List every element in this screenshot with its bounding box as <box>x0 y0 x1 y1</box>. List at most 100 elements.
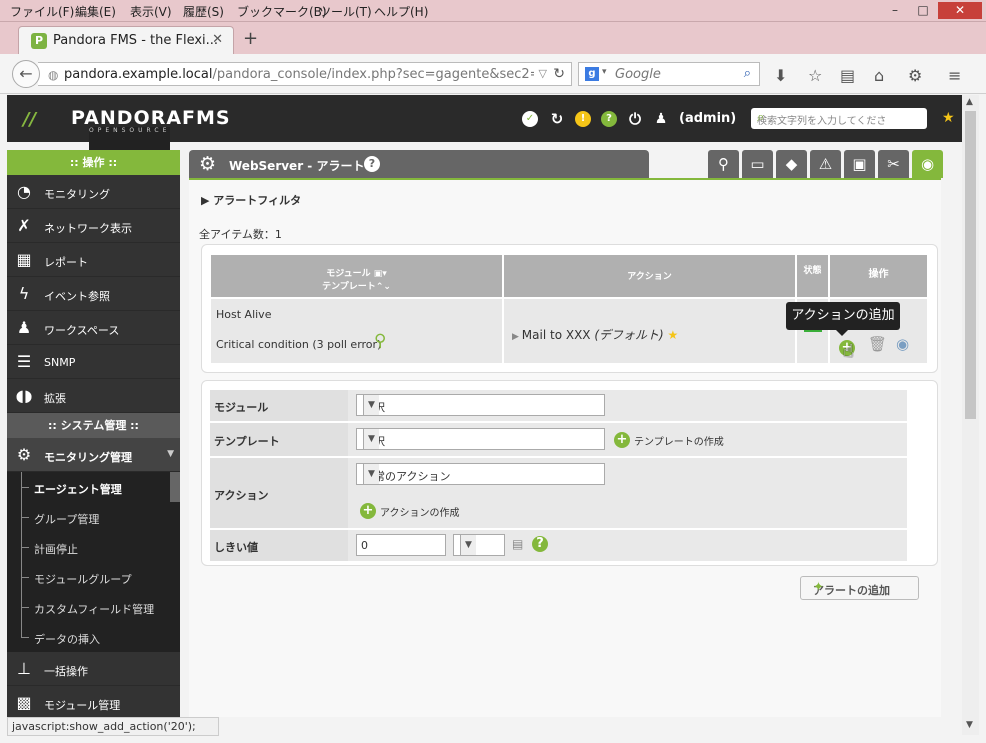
status-url: javascript:show_add_action('20'); <box>12 720 196 733</box>
alert-icon[interactable]: ! <box>575 111 591 127</box>
snmp-icon: ☰ <box>16 352 32 371</box>
main-setup-icon[interactable]: ▭ <box>742 150 773 178</box>
menu-bookmarks[interactable]: ブックマーク(B) <box>237 3 327 20</box>
favorite-star-icon[interactable]: ★ <box>942 110 955 126</box>
create-template-plus-icon[interactable]: + <box>614 432 630 448</box>
sidebar-item-network[interactable]: ✗ ネットワーク表示 <box>7 209 180 243</box>
module-select[interactable]: 選択▼ <box>356 394 605 416</box>
back-button[interactable]: ← <box>12 60 40 88</box>
create-template-link[interactable]: テンプレートの作成 <box>634 433 724 448</box>
graphs-icon[interactable]: ▣ <box>844 150 875 178</box>
template-details-magnifier-icon[interactable]: ⚲ <box>374 331 386 351</box>
help-icon[interactable]: ? <box>601 111 617 127</box>
tools-icon[interactable]: ✂ <box>878 150 909 178</box>
reading-list-icon[interactable]: ▤ <box>840 66 855 85</box>
sidebar-subitem-planned-downtime[interactable]: 計画停止 <box>7 532 180 562</box>
sort-both-icon[interactable]: ⌃⌄ <box>376 282 391 292</box>
sidebar-item-bulk-operations[interactable]: ⊥ 一括操作 <box>7 652 180 686</box>
sidebar-subitem-insert-data[interactable]: データの挿入 <box>7 622 180 652</box>
header-search-input[interactable]: 検索文字列を入力してくださ ⌕ <box>751 108 927 129</box>
logo-mark-icon: // <box>23 109 37 130</box>
action-expand-icon[interactable]: ▶ <box>512 332 522 342</box>
header-search-icon[interactable]: ⌕ <box>757 110 923 125</box>
monitoring-admin-icon: ⚙ <box>16 445 32 464</box>
threshold-unit-select[interactable]: 年▼ <box>453 534 505 556</box>
search-engine-dropdown-icon[interactable]: ▾ <box>602 67 607 77</box>
sidebar-item-extensions[interactable]: ◖◗ 拡張 <box>7 379 180 413</box>
sidebar-item-snmp[interactable]: ☰ SNMP <box>7 345 180 379</box>
template-label: テンプレート <box>214 435 280 448</box>
tab-close-icon[interactable]: ✕ <box>212 32 223 47</box>
sidebar-item-reports[interactable]: ▦ レポート <box>7 243 180 277</box>
search-icon[interactable]: ⌕ <box>744 66 751 81</box>
current-user[interactable]: (admin) <box>679 111 736 126</box>
calendar-icon[interactable]: ▤ <box>512 537 523 551</box>
sidebar-item-monitoring[interactable]: ◔ モニタリング <box>7 175 180 209</box>
sidebar-item-events[interactable]: ϟ イベント参照 <box>7 277 180 311</box>
modules-icon[interactable]: ◆ <box>776 150 807 178</box>
minimize-icon[interactable]: – <box>882 2 908 19</box>
sidebar-subitem-module-groups[interactable]: モジュールグループ <box>7 562 180 592</box>
col-module-header[interactable]: モジュール ▣▾ <box>211 266 502 279</box>
menu-history[interactable]: 履歴(S) <box>183 3 224 20</box>
expand-arrow-icon: ▼ <box>167 449 174 459</box>
manage-agent-icon[interactable]: ⚲ <box>708 150 739 178</box>
sidebar-item-workspace[interactable]: ♟ ワークスペース <box>7 311 180 345</box>
menu-file[interactable]: ファイル(F) <box>10 3 74 20</box>
sort-icon[interactable]: ▣▾ <box>371 269 387 279</box>
create-action-link[interactable]: アクションの作成 <box>380 504 460 519</box>
sidebar-item-label: モニタリング <box>44 188 110 201</box>
bookmark-star-icon[interactable]: ☆ <box>808 66 822 85</box>
status-ok-icon[interactable]: ✓ <box>522 111 538 127</box>
scroll-up-icon[interactable]: ▲ <box>966 97 973 107</box>
power-icon[interactable]: ⏻ <box>627 111 643 127</box>
sidebar-subitem-agent-admin[interactable]: エージェント管理 <box>7 472 180 502</box>
browser-tab[interactable]: P Pandora FMS - the Flexi... ✕ <box>18 26 234 54</box>
download-icon[interactable]: ⬇ <box>774 66 787 85</box>
col-template-header[interactable]: テンプレート⌃⌄ <box>211 279 502 292</box>
create-action-plus-icon[interactable]: + <box>360 503 376 519</box>
sidebar-item-label: ネットワーク表示 <box>44 222 132 235</box>
page-scrollbar[interactable]: ▲ ▼ <box>962 95 979 735</box>
template-select[interactable]: 選択▼ <box>356 428 605 450</box>
refresh-icon[interactable]: ↻ <box>549 111 565 127</box>
view-eye-icon[interactable]: ◉ <box>912 150 943 178</box>
delete-trash-icon[interactable]: 🗑 <box>868 335 887 353</box>
scroll-down-icon[interactable]: ▼ <box>966 720 973 730</box>
menu-help[interactable]: ヘルプ(H) <box>374 3 428 20</box>
url-bar[interactable]: ◍ pandora.example.local/pandora_console/… <box>38 62 572 86</box>
menu-edit[interactable]: 編集(E) <box>75 3 116 20</box>
new-tab-icon[interactable]: + <box>243 28 258 49</box>
user-icon[interactable]: ♟ <box>653 111 669 127</box>
add-alert-button[interactable]: アラートの追加 ✦ <box>800 576 919 600</box>
threshold-input[interactable]: 0 <box>356 534 446 556</box>
browser-search-bar[interactable]: g ▾ Google ⌕ <box>578 62 760 86</box>
pandora-header: // PANDORAFMS OPENSOURCE ✓ ↻ ! ? ⏻ ♟ (ad… <box>7 95 962 157</box>
threshold-help-icon[interactable]: ? <box>532 536 548 552</box>
view-eye-icon[interactable]: ◉ <box>896 335 909 353</box>
sidebar-subitem-group-admin[interactable]: グループ管理 <box>7 502 180 532</box>
sidebar-item-label: ワークスペース <box>44 324 120 337</box>
alerts-icon[interactable]: ⚠ <box>810 150 841 178</box>
home-icon[interactable]: ⌂ <box>874 66 884 85</box>
page-help-icon[interactable]: ? <box>364 156 380 172</box>
menu-view[interactable]: 表示(V) <box>130 3 172 20</box>
browser-navbar: ◍ pandora.example.local/pandora_console/… <box>0 54 986 94</box>
url-dropdown-icon[interactable]: ▽ <box>539 67 547 80</box>
menu-tools[interactable]: ツール(T) <box>319 3 372 20</box>
sidebar-item-module-admin[interactable]: ▩ モジュール管理 <box>7 686 180 717</box>
submenu-scroll-thumb[interactable] <box>170 472 180 502</box>
close-window-icon[interactable]: ✕ <box>938 2 982 19</box>
url-text: pandora.example.local/pandora_console/in… <box>64 67 534 82</box>
sidebar-item-label: モジュール管理 <box>44 699 121 712</box>
sidebar-subitem-custom-fields[interactable]: カスタムフィールド管理 <box>7 592 180 622</box>
reload-icon[interactable]: ↻ <box>553 66 565 82</box>
alert-filter-toggle[interactable]: ▶ アラートフィルタ <box>201 192 301 208</box>
scroll-thumb[interactable] <box>965 111 976 419</box>
hamburger-menu-icon[interactable]: ≡ <box>948 66 961 85</box>
action-select[interactable]: 通常のアクション ▼ <box>356 463 605 485</box>
sidebar-item-monitoring-admin[interactable]: ⚙ モニタリング管理 ▼ <box>7 438 180 472</box>
pandora-logo[interactable]: // PANDORAFMS OPENSOURCE <box>23 107 230 157</box>
maximize-icon[interactable]: □ <box>910 2 936 19</box>
addon-icon[interactable]: ⚙ <box>908 66 922 85</box>
